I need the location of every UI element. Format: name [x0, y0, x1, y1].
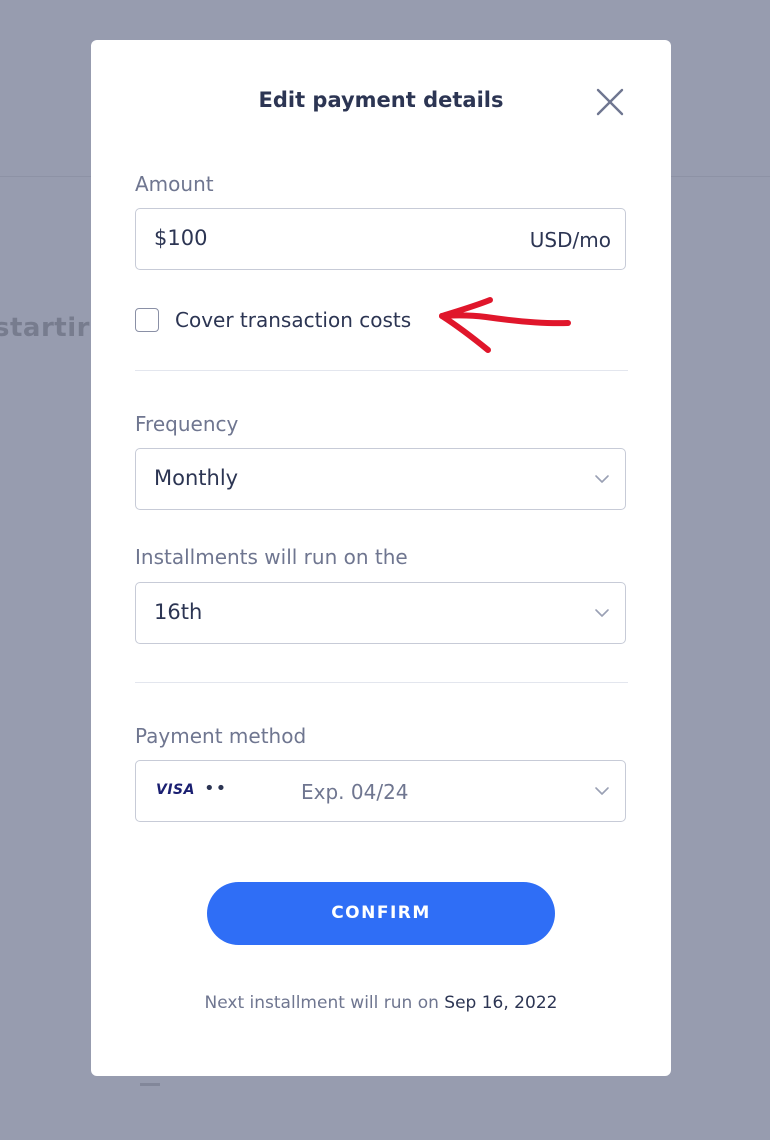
- cover-costs-label: Cover transaction costs: [175, 308, 412, 332]
- chevron-down-icon: [594, 473, 610, 485]
- frequency-label: Frequency: [135, 412, 239, 436]
- divider: [135, 370, 628, 371]
- close-icon: [596, 88, 624, 116]
- confirm-button[interactable]: CONFIRM: [207, 882, 555, 945]
- cover-costs-row[interactable]: Cover transaction costs: [135, 306, 411, 334]
- visa-logo-icon: VISA: [156, 782, 195, 798]
- card-expiry: Exp. 04/24: [301, 780, 409, 804]
- amount-value: $100: [154, 226, 208, 250]
- chevron-down-icon: [594, 607, 610, 619]
- modal-title: Edit payment details: [258, 88, 504, 112]
- background-element: [140, 1083, 160, 1086]
- installment-day-select[interactable]: 16th: [135, 582, 626, 644]
- payment-method-label: Payment method: [135, 724, 307, 748]
- background-bottom-edge: [0, 1140, 770, 1144]
- amount-currency-suffix: USD/mo: [529, 228, 611, 252]
- annotation-arrow-icon: [430, 290, 575, 362]
- close-button[interactable]: [594, 86, 626, 118]
- frequency-select[interactable]: Monthly: [135, 448, 626, 510]
- edit-payment-modal: Edit payment details Amount $100 USD/mo …: [91, 40, 671, 1076]
- payment-method-select[interactable]: VISA •• Exp. 04/24: [135, 760, 626, 822]
- card-number-masked: ••: [204, 778, 228, 799]
- installment-day-label: Installments will run on the: [135, 545, 408, 569]
- cover-costs-checkbox[interactable]: [135, 308, 159, 332]
- next-installment-prefix: Next installment will run on: [204, 993, 439, 1013]
- frequency-value: Monthly: [154, 466, 239, 490]
- next-installment-note: Next installment will run on Sep 16, 202…: [91, 993, 671, 1013]
- amount-label: Amount: [135, 172, 214, 196]
- chevron-down-icon: [594, 785, 610, 797]
- divider: [135, 682, 628, 683]
- amount-input[interactable]: $100 USD/mo: [135, 208, 626, 270]
- background-heading: startir: [0, 313, 90, 343]
- installment-day-value: 16th: [154, 600, 203, 624]
- next-installment-date: Sep 16, 2022: [444, 993, 558, 1013]
